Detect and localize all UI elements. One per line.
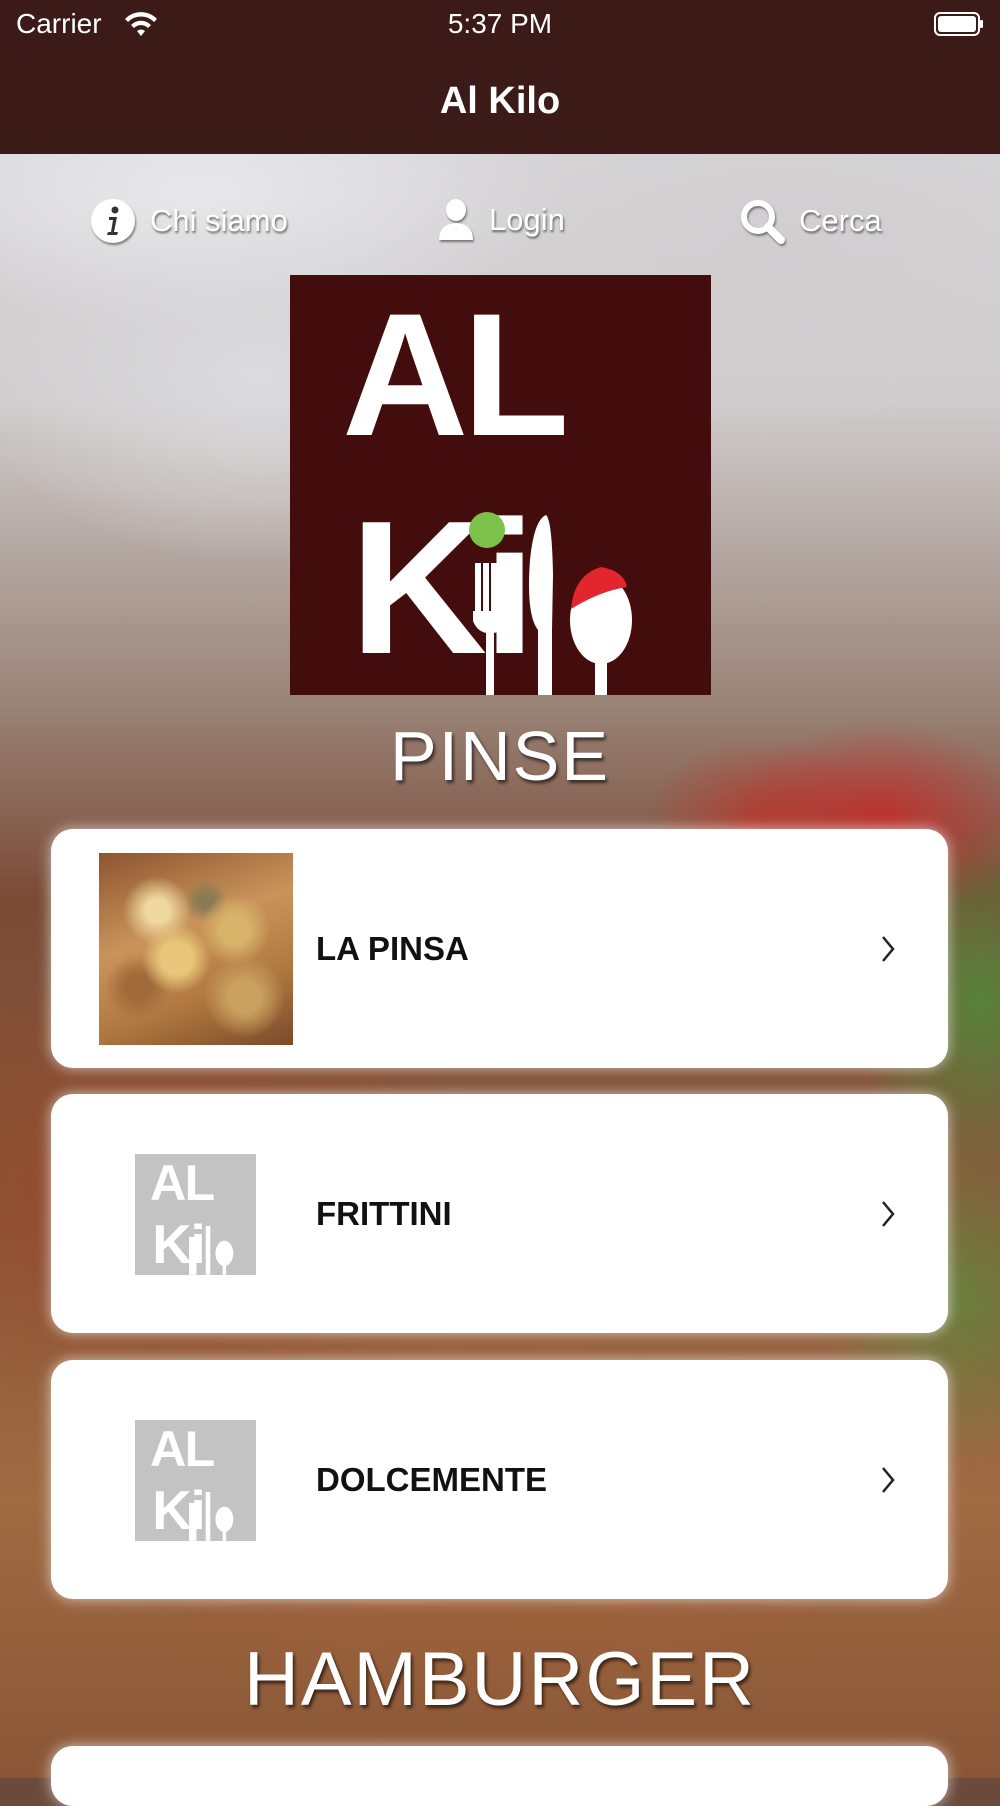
status-bar: Carrier 5:37 PM — [0, 0, 1000, 50]
category-card-la-pinsa[interactable]: LA PINSA — [51, 829, 948, 1068]
svg-text:Ki: Ki — [152, 1214, 204, 1275]
cerca-label: Cerca — [799, 203, 882, 238]
login-label: Login — [489, 202, 565, 237]
page-title: Al Kilo — [439, 80, 561, 122]
placeholder-logo-image: AL Ki — [135, 1154, 256, 1275]
category-label: LA PINSA — [316, 930, 469, 967]
svg-text:Ki: Ki — [152, 1480, 204, 1541]
chevron-right-icon — [882, 936, 895, 962]
chevron-right-icon — [882, 1201, 895, 1227]
chi-siamo-label: Chi siamo — [150, 203, 288, 238]
section-title-pinse: PINSE — [389, 717, 611, 795]
chi-siamo-link[interactable]: Chi siamo — [90, 198, 288, 244]
user-icon — [439, 199, 473, 240]
la-pinsa-photo — [99, 853, 293, 1045]
placeholder-logo-image: AL Ki — [135, 1420, 256, 1541]
navigation-bar: Al Kilo — [0, 50, 1000, 154]
svg-text:AL: AL — [150, 1420, 215, 1477]
category-card-frittini[interactable]: AL Ki FRITTINI — [51, 1094, 948, 1333]
cerca-link[interactable]: Cerca — [739, 198, 882, 244]
top-links: Chi siamo Login Cerca — [0, 198, 1000, 258]
category-label: FRITTINI — [316, 1195, 452, 1232]
category-label: DOLCEMENTE — [316, 1461, 547, 1498]
section-title-hamburger: HAMBURGER — [243, 1637, 757, 1722]
search-icon — [741, 200, 785, 244]
info-icon — [91, 199, 135, 243]
category-card-partial[interactable] — [51, 1746, 948, 1806]
chevron-right-icon — [882, 1467, 895, 1493]
login-link[interactable]: Login — [437, 198, 565, 242]
al-kilo-logo: AL Ki — [290, 275, 711, 695]
svg-text:AL: AL — [342, 278, 564, 473]
svg-text:AL: AL — [150, 1154, 215, 1211]
battery-icon — [934, 12, 983, 36]
category-card-dolcemente[interactable]: AL Ki DOLCEMENTE — [51, 1360, 948, 1599]
clock: 5:37 PM — [447, 8, 553, 39]
